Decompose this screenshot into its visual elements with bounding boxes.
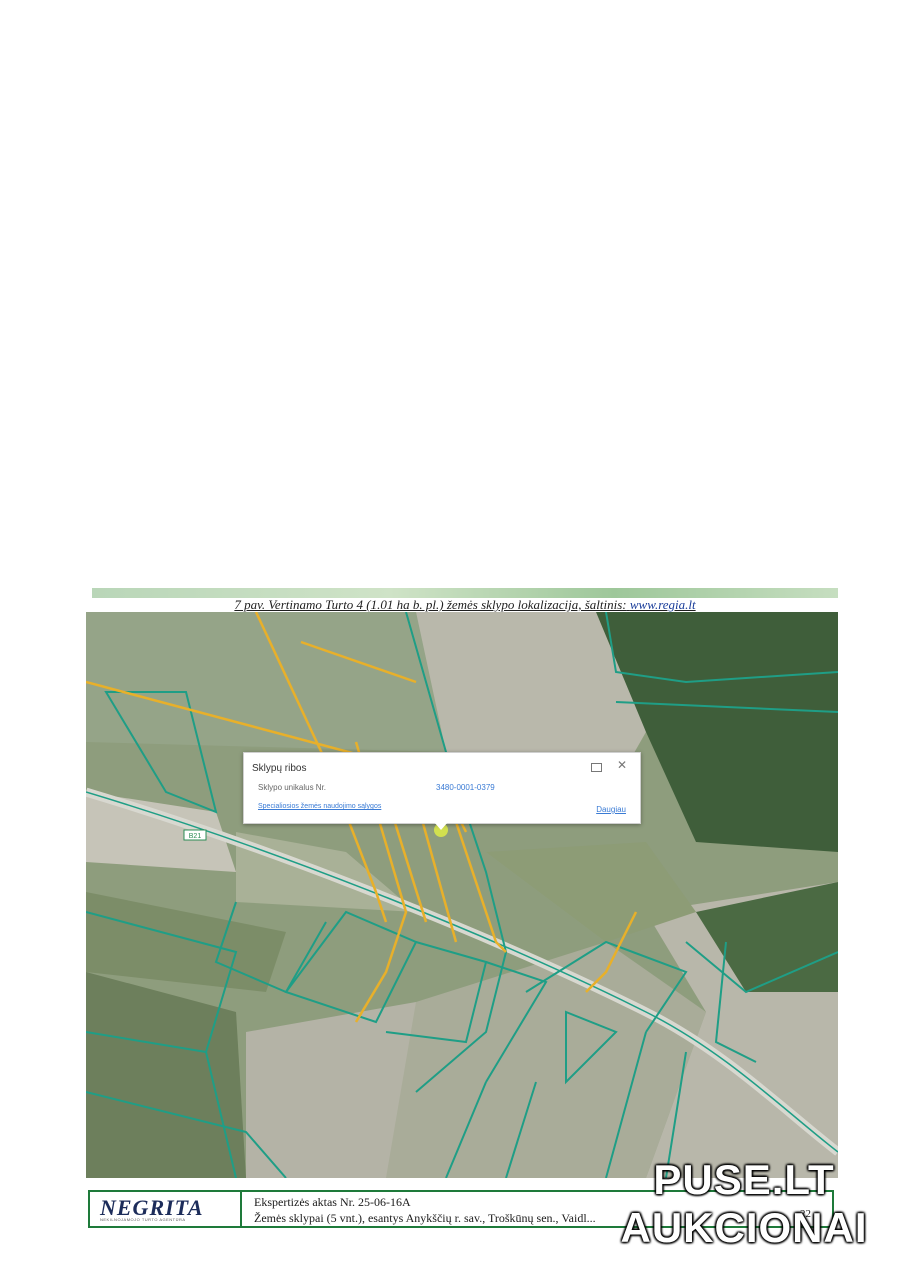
road-label: B21 <box>189 833 202 840</box>
maximize-icon[interactable] <box>591 763 602 772</box>
more-link[interactable]: Daugiau <box>596 805 626 814</box>
footer-description: Žemės sklypai (5 vnt.), esantys Anykščių… <box>254 1211 596 1225</box>
parcel-info-popup[interactable]: Sklypų ribos ✕ Sklypo unikalus Nr. 3480-… <box>243 752 641 830</box>
parcel-number-value[interactable]: 3480-0001-0379 <box>436 783 495 792</box>
watermark-line2: AUKCIONAI <box>620 1204 868 1251</box>
satellite-map[interactable]: B21 <box>86 612 838 1178</box>
popup-pointer <box>434 822 448 830</box>
document-page: 7 pav. Vertinamo Turto 4 (1.01 ha b. pl.… <box>0 0 906 1280</box>
close-icon[interactable]: ✕ <box>617 759 627 771</box>
figure-caption: 7 pav. Vertinamo Turto 4 (1.01 ha b. pl.… <box>92 597 838 613</box>
popup-title: Sklypų ribos <box>252 763 307 774</box>
caption-source-link[interactable]: www.regia.lt <box>630 597 696 612</box>
parcel-number-label: Sklypo unikalus Nr. <box>258 783 327 792</box>
watermark-line1: PUSE.LT <box>653 1156 835 1203</box>
company-logo: NEGRITA NEKILNOJAMOJO TURTO AGENTŪRA <box>90 1192 242 1226</box>
watermark: PUSE.LT AUKCIONAI <box>604 1156 884 1260</box>
caption-text: 7 pav. Vertinamo Turto 4 (1.01 ha b. pl.… <box>234 597 627 612</box>
footer-act-number: Ekspertizės aktas Nr. 25-06-16A <box>254 1195 411 1209</box>
special-conditions-link[interactable]: Specialiosios žemės naudojimo sąlygos <box>258 803 381 810</box>
logo-subtitle: NEKILNOJAMOJO TURTO AGENTŪRA <box>100 1217 186 1222</box>
map-canvas: B21 <box>86 612 838 1178</box>
